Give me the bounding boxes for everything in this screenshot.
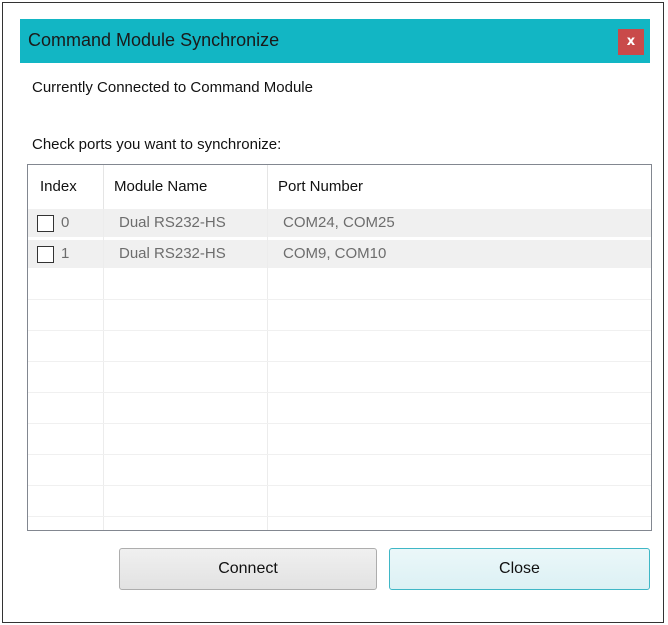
row-module-name: Dual RS232-HS xyxy=(119,214,226,231)
ports-list[interactable]: Index Module Name Port Number 0 Dual RS2… xyxy=(27,164,652,531)
window-title: Command Module Synchronize xyxy=(28,30,280,50)
row-port-number: COM9, COM10 xyxy=(283,245,387,262)
list-header: Index Module Name Port Number xyxy=(28,165,651,210)
header-divider[interactable] xyxy=(103,165,104,209)
grid-line xyxy=(28,485,651,486)
column-header-module-name[interactable]: Module Name xyxy=(114,165,207,209)
grid-line xyxy=(28,361,651,362)
header-divider[interactable] xyxy=(267,165,268,209)
row-index: 0 xyxy=(61,214,70,231)
close-icon[interactable]: x xyxy=(618,29,644,55)
column-divider xyxy=(103,209,104,530)
column-header-index[interactable]: Index xyxy=(40,165,77,209)
grid-line xyxy=(28,516,651,517)
close-button[interactable]: Close xyxy=(389,548,650,590)
grid-line xyxy=(28,392,651,393)
grid-line xyxy=(28,299,651,300)
grid-line xyxy=(28,454,651,455)
title-bar[interactable]: Command Module Synchronize x xyxy=(20,19,650,63)
connect-button[interactable]: Connect xyxy=(119,548,377,590)
row-checkbox[interactable] xyxy=(37,246,54,263)
grid-line xyxy=(28,330,651,331)
column-header-port-number[interactable]: Port Number xyxy=(278,165,363,209)
grid-line xyxy=(28,423,651,424)
column-divider xyxy=(267,209,268,530)
table-row[interactable]: 0 Dual RS232-HS COM24, COM25 xyxy=(28,209,651,237)
connection-status: Currently Connected to Command Module xyxy=(32,79,313,96)
instruction-label: Check ports you want to synchronize: xyxy=(32,136,282,153)
row-module-name: Dual RS232-HS xyxy=(119,245,226,262)
table-row[interactable]: 1 Dual RS232-HS COM9, COM10 xyxy=(28,240,651,268)
row-index: 1 xyxy=(61,245,70,262)
row-port-number: COM24, COM25 xyxy=(283,214,395,231)
row-checkbox[interactable] xyxy=(37,215,54,232)
